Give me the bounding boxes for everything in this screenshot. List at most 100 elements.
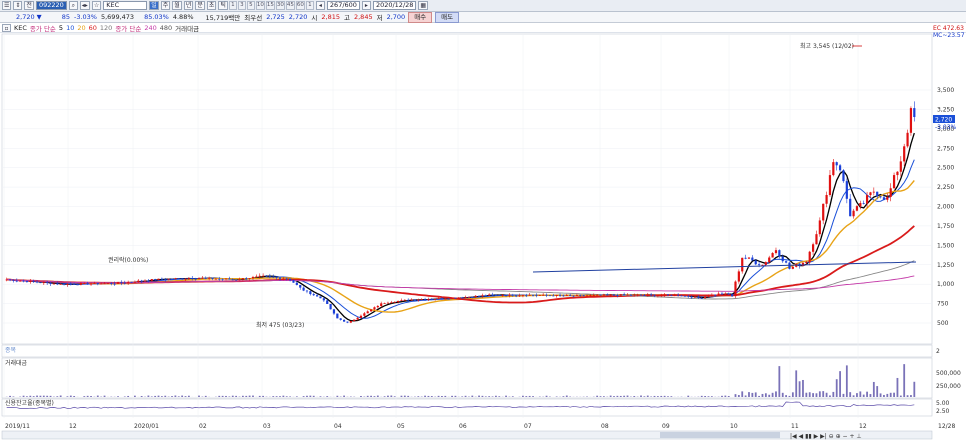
volume-bar	[788, 395, 791, 397]
candle-body	[592, 294, 595, 296]
current-price-label: 2,720	[935, 117, 952, 124]
candle-body	[133, 281, 137, 283]
candle-body	[450, 297, 454, 299]
candle-body	[903, 146, 906, 162]
candle-body	[646, 294, 649, 296]
scrollbar-thumb[interactable]	[660, 432, 780, 438]
volume-bar	[481, 395, 484, 397]
volume-bar	[511, 396, 514, 397]
volume-bar	[343, 395, 345, 397]
candle-body	[305, 290, 309, 292]
candle-body	[835, 162, 838, 166]
volume-bar	[734, 394, 737, 397]
candle-body	[710, 294, 713, 297]
axis-top-label: EC 472.63	[933, 25, 964, 32]
candle-body	[140, 280, 143, 282]
annotation-high: 최고 3,545 (12/02)	[800, 42, 854, 50]
volume-bar	[879, 393, 882, 397]
candle-body	[552, 295, 555, 297]
candle-body	[336, 313, 339, 319]
candle-body	[714, 294, 717, 296]
candle-body	[66, 283, 69, 285]
candle-body	[174, 278, 177, 280]
candle-body	[565, 295, 568, 296]
date-tick: 12	[69, 423, 77, 430]
volume-bar	[862, 394, 865, 397]
candle-body	[268, 276, 271, 277]
candle-body	[251, 276, 255, 279]
date-tick: 2020/01	[134, 423, 159, 430]
price-tick: 3,500	[937, 87, 954, 94]
candle-body	[46, 282, 49, 284]
volume-bar	[403, 395, 406, 397]
candle-body	[59, 283, 62, 285]
volume-bar	[164, 395, 167, 397]
volume-bar	[36, 395, 38, 397]
candle-body	[747, 257, 751, 259]
volume-bar	[721, 395, 723, 397]
candle-body	[558, 295, 562, 296]
volume-bar	[866, 391, 868, 397]
candle-body	[494, 294, 498, 296]
candle-body	[248, 278, 251, 280]
candle-body	[83, 283, 86, 284]
volume-bar	[400, 395, 403, 397]
candle-body	[575, 295, 579, 296]
volume-bar	[123, 396, 126, 397]
candle-body	[258, 275, 261, 277]
volume-bar	[96, 395, 99, 397]
candle-body	[255, 276, 258, 278]
volume-bar	[741, 391, 744, 397]
volume-bar	[495, 395, 497, 397]
volume-bar	[241, 395, 244, 397]
price-chart[interactable]: 3,5003,2503,0002,7502,5002,2502,0001,750…	[0, 0, 966, 440]
candle-body	[811, 244, 815, 252]
date-axis: 2019/11 12 2020/01 02 03 04 05 06 07 08 09 10 11 12	[5, 423, 867, 430]
volume-bar	[376, 395, 379, 397]
volume-bar	[913, 381, 916, 397]
volume-bar	[187, 395, 190, 397]
candle-body	[670, 294, 673, 296]
candle-body	[774, 250, 778, 254]
candle-body	[403, 299, 406, 301]
volume-bar	[383, 396, 386, 397]
credit-panel-label: 신용잔고율(종목별)	[5, 399, 54, 407]
candle-body	[100, 283, 103, 285]
volume-bar	[562, 396, 565, 397]
candle-body	[623, 294, 626, 296]
candle-body	[693, 296, 697, 298]
volume-bar	[667, 396, 669, 397]
annotation-rights: 권리락(0.00%)	[108, 256, 148, 264]
volume-bar	[160, 396, 163, 397]
candle-body	[596, 294, 599, 296]
candle-body	[741, 257, 744, 272]
candle-body	[89, 283, 93, 285]
candle-body	[862, 203, 865, 204]
candle-body	[545, 294, 548, 296]
candle-body	[491, 294, 494, 296]
volume-bar	[613, 396, 615, 397]
volume-bar	[687, 395, 690, 397]
volume-bar	[228, 396, 231, 397]
candle-body	[12, 279, 15, 281]
price-tick: 2,000	[937, 204, 954, 211]
candle-body	[15, 280, 18, 282]
candle-body	[150, 279, 153, 281]
volume-bar	[899, 395, 902, 397]
candle-body	[849, 198, 852, 217]
credit-axis-tick: 5.00	[936, 400, 950, 407]
candle-body	[599, 294, 602, 296]
candle-body	[751, 257, 754, 261]
volume-bar	[427, 395, 430, 397]
volume-bar	[832, 391, 835, 397]
candle-body	[639, 294, 643, 296]
volume-bar	[444, 395, 447, 397]
candle-body	[235, 279, 238, 281]
candle-body	[892, 175, 896, 189]
candle-body	[390, 302, 393, 304]
scroll-controls-icon[interactable]: |◀ ◀ ▮▮ ▶ ▶| ⊖ ⊕ − + ⊥	[790, 433, 862, 440]
candle-body	[32, 280, 35, 282]
candle-body	[369, 309, 373, 312]
candle-body	[569, 295, 572, 296]
volume-bar	[225, 395, 227, 397]
